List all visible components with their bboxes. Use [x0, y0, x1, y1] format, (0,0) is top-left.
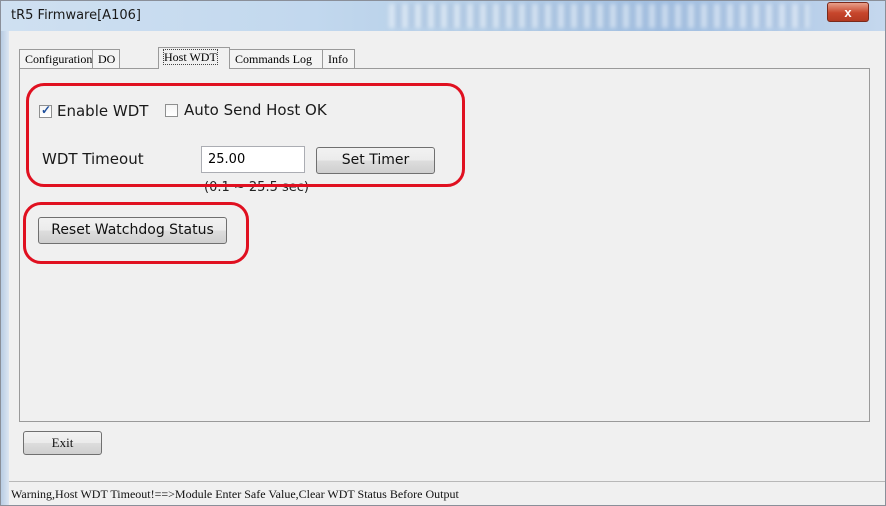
status-bar: Warning,Host WDT Timeout!==>Module Enter… [9, 481, 885, 505]
wdt-timeout-label: WDT Timeout [42, 150, 144, 168]
title-bar[interactable]: tR5 Firmware[A106] x [1, 1, 885, 31]
exit-button[interactable]: Exit [23, 431, 102, 455]
window-title: tR5 Firmware[A106] [11, 8, 141, 23]
tab-configuration[interactable]: Configuration [19, 49, 93, 68]
status-message: Warning,Host WDT Timeout!==>Module Enter… [11, 487, 459, 501]
enable-wdt-label: Enable WDT [57, 102, 149, 120]
tab-info[interactable]: Info [322, 49, 355, 68]
checkmark-icon: ✓ [40, 103, 52, 117]
auto-send-host-ok-label: Auto Send Host OK [184, 101, 327, 119]
tab-host-wdt[interactable]: Host WDT [158, 47, 230, 69]
reset-watchdog-status-button[interactable]: Reset Watchdog Status [38, 217, 227, 244]
timeout-range-hint: (0.1 ~ 25.5 sec) [204, 180, 309, 195]
blurred-overlay [389, 4, 809, 28]
app-window: tR5 Firmware[A106] x Configuration DO Ho… [0, 0, 886, 506]
window-left-edge [1, 31, 9, 505]
set-timer-button[interactable]: Set Timer [316, 147, 435, 174]
wdt-timeout-input[interactable] [201, 146, 305, 173]
tab-do[interactable]: DO [92, 49, 120, 68]
host-wdt-panel [19, 68, 870, 422]
tab-commands-log[interactable]: Commands Log [229, 49, 323, 68]
auto-send-host-ok-checkbox[interactable] [165, 104, 178, 117]
close-button[interactable]: x [827, 2, 869, 22]
enable-wdt-checkbox[interactable]: ✓ [39, 103, 52, 118]
